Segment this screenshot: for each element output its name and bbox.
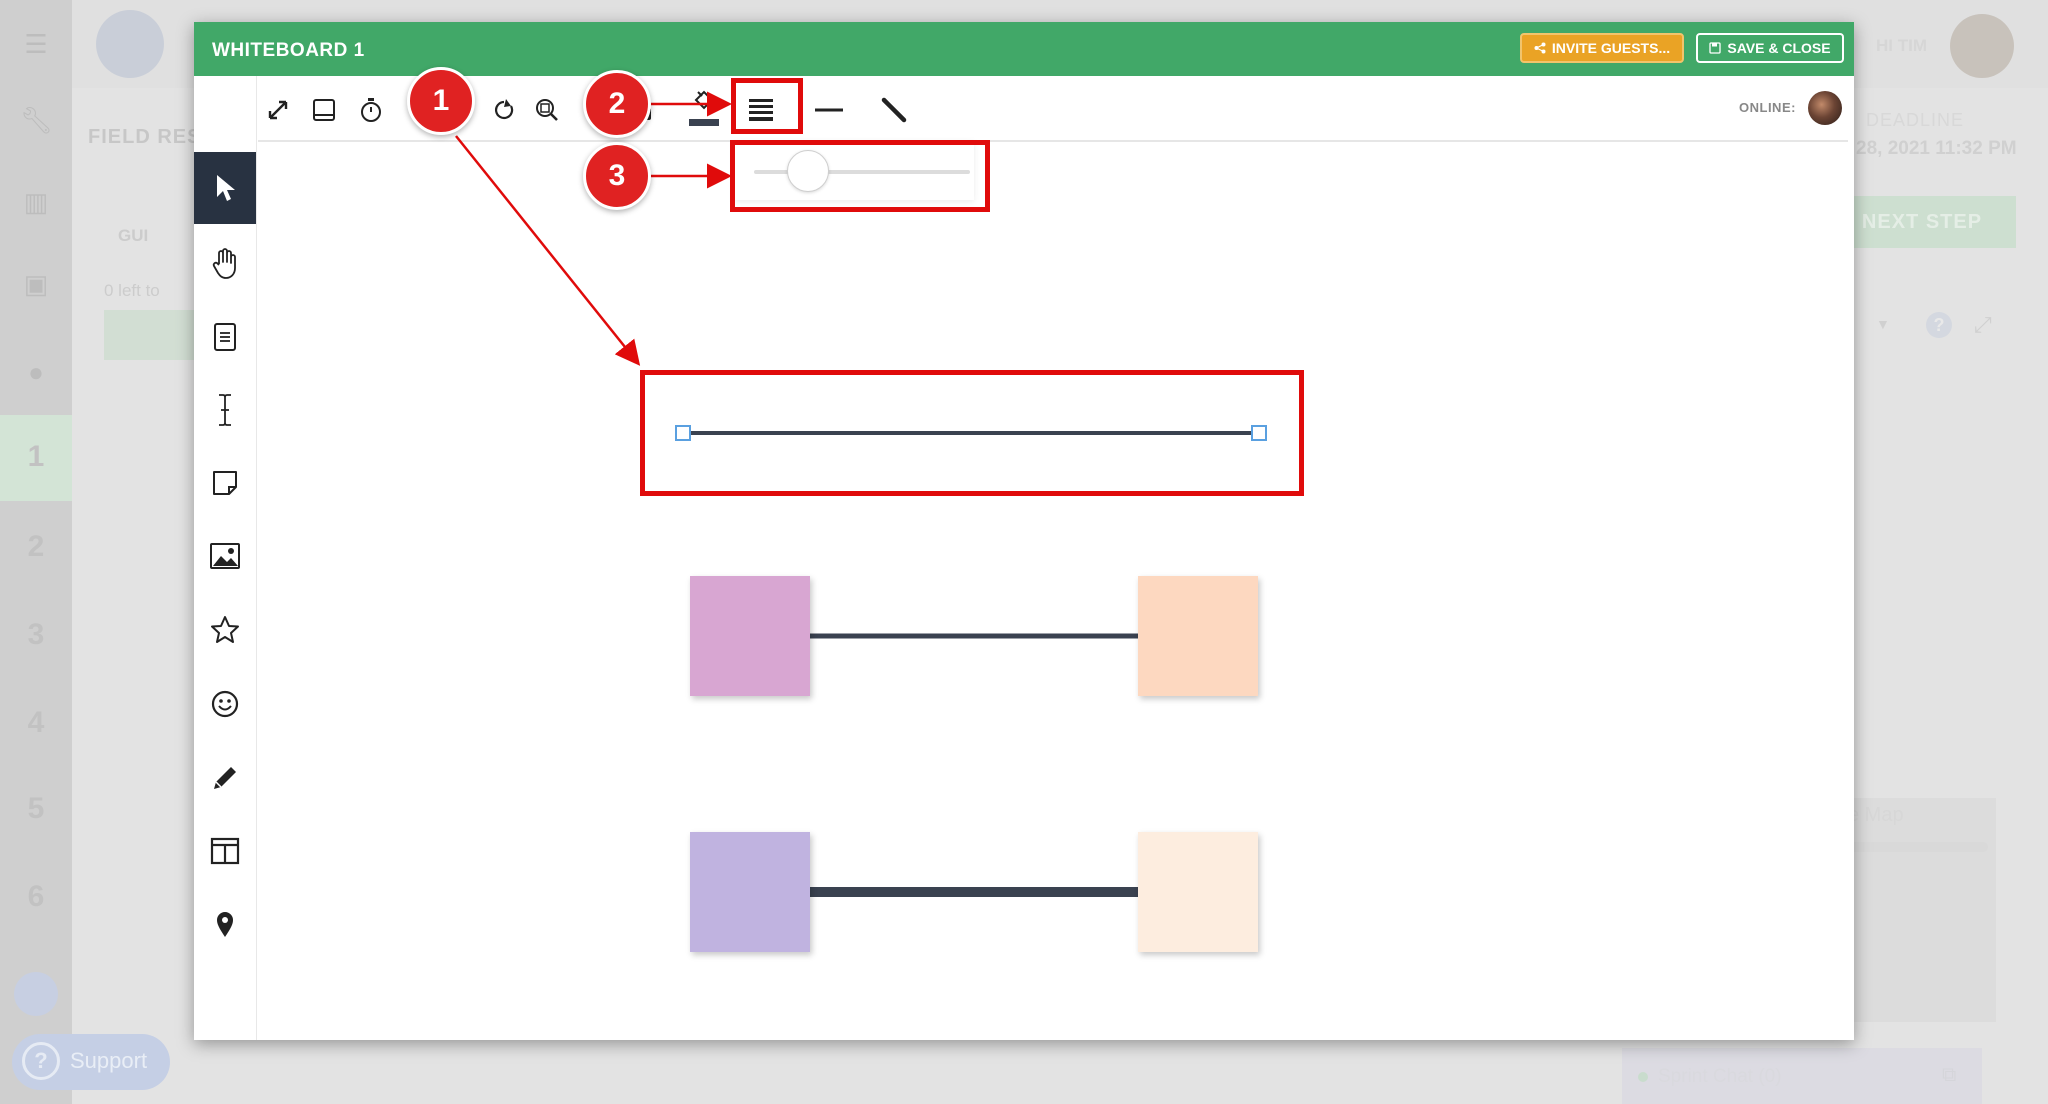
callout-3: 3 xyxy=(583,142,651,210)
callout-1: 1 xyxy=(407,67,475,135)
annotation-arrows xyxy=(455,91,732,366)
callout-2: 2 xyxy=(583,70,651,138)
highlight-slider xyxy=(730,140,990,212)
highlight-selected-line xyxy=(640,370,1304,496)
highlight-line-width-button xyxy=(731,78,803,134)
